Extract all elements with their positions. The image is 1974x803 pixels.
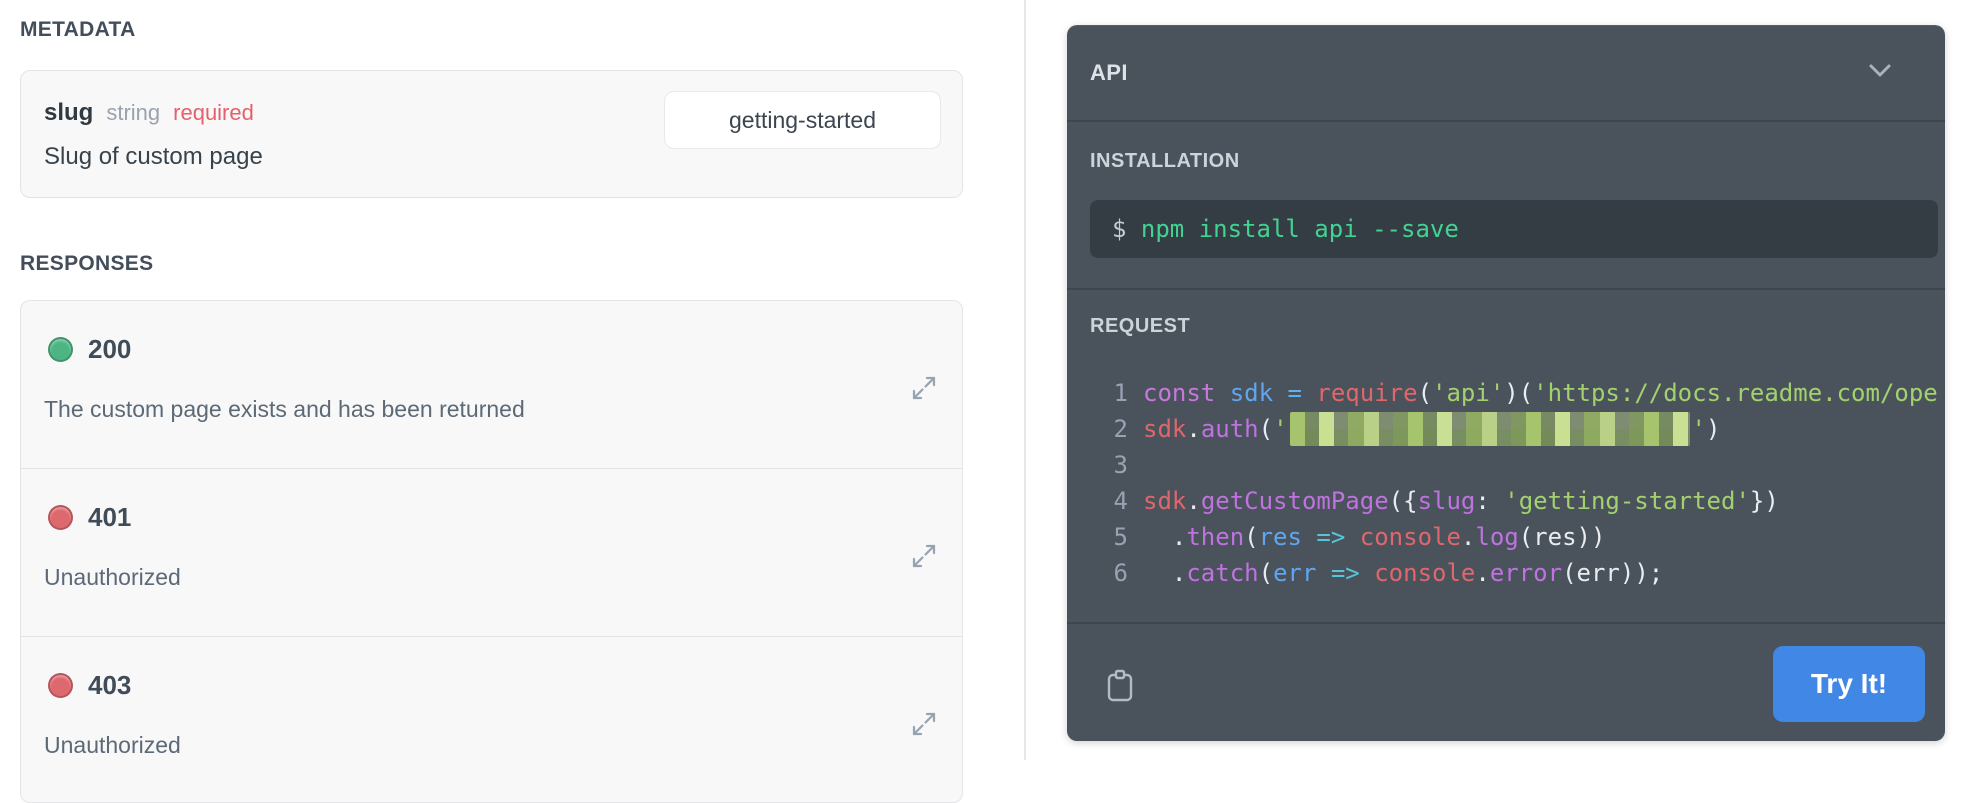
clipboard-icon xyxy=(1106,669,1134,705)
api-panel-title: API xyxy=(1090,59,1128,85)
response-code: 401 xyxy=(88,502,132,532)
responses-card: 200 The custom page exists and has been … xyxy=(20,300,963,803)
shell-prompt: $ xyxy=(1112,215,1141,243)
code-line: 4 sdk.getCustomPage({slug: 'getting-start… xyxy=(1067,483,1945,519)
response-description: Unauthorized xyxy=(44,732,181,758)
metadata-card: slug string required Slug of custom page xyxy=(20,70,963,198)
docs-left-column: METADATA slug string required Slug of cu… xyxy=(0,0,1024,803)
request-code-sample[interactable]: 1 const sdk = require('api')('https://doc… xyxy=(1067,375,1945,622)
metadata-heading: METADATA xyxy=(20,18,136,41)
response-description: Unauthorized xyxy=(44,564,181,590)
response-code: 200 xyxy=(88,334,132,364)
expand-diagonal-icon xyxy=(909,712,939,742)
api-panel-footer: Try It! xyxy=(1067,622,1945,741)
code-line: 6 .catch(err => console.error(err)); xyxy=(1067,555,1945,591)
response-status-line: 401 xyxy=(48,502,131,533)
api-panel-header[interactable]: API xyxy=(1067,25,1945,122)
line-number: 4 xyxy=(1113,487,1128,515)
request-heading: REQUEST xyxy=(1090,315,1191,337)
status-dot-green xyxy=(48,337,73,362)
try-it-button[interactable]: Try It! xyxy=(1773,646,1925,722)
installation-heading: INSTALLATION xyxy=(1090,150,1240,172)
response-code: 403 xyxy=(88,670,132,700)
status-dot-red xyxy=(48,505,73,530)
redacted-api-key xyxy=(1289,412,1690,446)
line-number: 1 xyxy=(1113,379,1128,407)
code-line: 2 sdk.auth(' ') xyxy=(1067,411,1945,447)
install-command-block[interactable]: $ npm install api --save xyxy=(1090,200,1938,258)
slug-input[interactable] xyxy=(664,91,941,149)
copy-code-button[interactable] xyxy=(1106,668,1134,702)
panel-section-divider xyxy=(1067,288,1945,290)
response-status-line: 200 xyxy=(48,334,131,365)
expand-diagonal-icon xyxy=(909,544,939,574)
code-line: 1 const sdk = require('api')('https://doc… xyxy=(1067,375,1945,411)
expand-response-button[interactable] xyxy=(909,373,939,403)
response-description: The custom page exists and has been retu… xyxy=(44,396,525,422)
responses-heading: RESPONSES xyxy=(20,252,154,275)
response-row-200: 200 The custom page exists and has been … xyxy=(21,301,962,468)
expand-response-button[interactable] xyxy=(909,541,939,571)
response-status-line: 403 xyxy=(48,670,131,701)
chevron-down-icon xyxy=(1868,64,1892,82)
expand-diagonal-icon xyxy=(909,376,939,406)
line-number: 3 xyxy=(1113,451,1128,479)
response-row-401: 401 Unauthorized xyxy=(21,468,962,636)
api-explorer-panel: API INSTALLATION $ npm install api --sav… xyxy=(1067,25,1945,741)
line-number: 6 xyxy=(1113,559,1128,587)
code-line: 5 .then(res => console.log(res)) xyxy=(1067,519,1945,555)
param-name: slug xyxy=(44,99,94,126)
line-number: 2 xyxy=(1113,415,1128,443)
expand-response-button[interactable] xyxy=(909,709,939,739)
collapse-panel-button[interactable] xyxy=(1867,59,1893,85)
param-type: string xyxy=(106,100,161,125)
response-row-403: 403 Unauthorized xyxy=(21,636,962,802)
param-required-badge: required xyxy=(173,100,254,125)
status-dot-red xyxy=(48,673,73,698)
line-number: 5 xyxy=(1113,523,1128,551)
column-divider xyxy=(1024,0,1026,760)
install-command: npm install api --save xyxy=(1140,215,1459,243)
code-line: 3 xyxy=(1067,447,1945,483)
